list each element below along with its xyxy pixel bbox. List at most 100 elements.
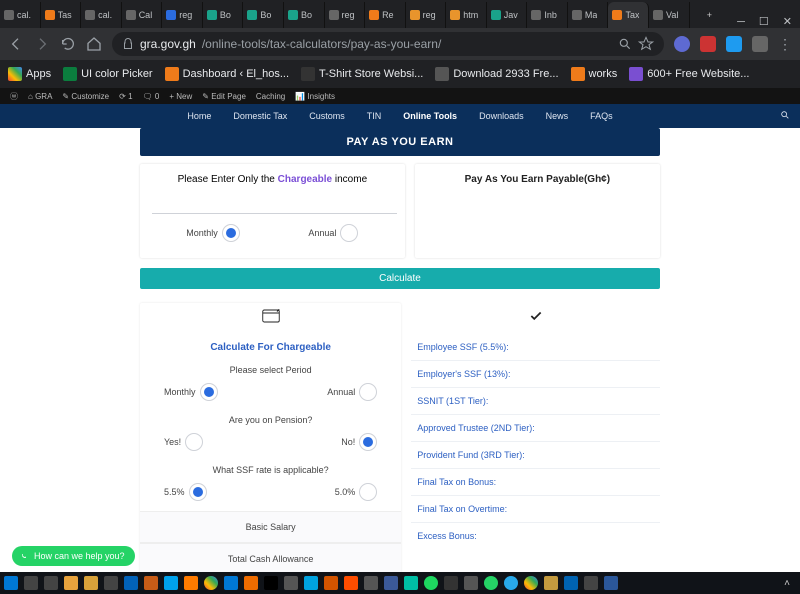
nav-downloads[interactable]: Downloads <box>479 111 524 121</box>
nav-news[interactable]: News <box>546 111 569 121</box>
start-icon[interactable] <box>4 576 18 590</box>
browser-tab[interactable]: Ma <box>568 2 609 28</box>
url-field[interactable]: gra.gov.gh/online-tools/tax-calculators/… <box>112 32 664 56</box>
taskbar-app-icon[interactable] <box>64 576 78 590</box>
period2-monthly-radio[interactable]: Monthly <box>164 383 218 401</box>
bookmark-item[interactable]: works <box>571 67 618 81</box>
chargeable-income-input[interactable] <box>152 191 397 214</box>
nav-search-icon[interactable] <box>780 110 790 122</box>
home-icon[interactable] <box>86 36 102 52</box>
pension-yes-radio[interactable]: Yes! <box>164 433 203 451</box>
wp-insights[interactable]: 📊 Insights <box>295 92 335 101</box>
reload-icon[interactable] <box>60 36 76 52</box>
wp-updates[interactable]: ⟳ 1 <box>119 92 132 101</box>
taskbar-app-icon[interactable] <box>584 576 598 590</box>
taskbar-app-icon[interactable] <box>384 576 398 590</box>
close-icon[interactable]: ✕ <box>783 15 792 28</box>
browser-tab[interactable]: Cal <box>122 2 163 28</box>
extension-icon[interactable] <box>726 36 742 52</box>
nav-faqs[interactable]: FAQs <box>590 111 613 121</box>
task-view-icon[interactable] <box>44 576 58 590</box>
wp-new[interactable]: + New <box>169 92 192 101</box>
extension-icon[interactable] <box>674 36 690 52</box>
taskbar-app-icon[interactable] <box>144 576 158 590</box>
period2-annual-radio[interactable]: Annual <box>327 383 377 401</box>
taskbar-app-icon[interactable] <box>444 576 458 590</box>
wp-logo-icon[interactable]: ⓦ <box>10 91 18 102</box>
firefox-icon[interactable] <box>184 576 198 590</box>
edge-icon[interactable] <box>124 576 138 590</box>
nav-tin[interactable]: TIN <box>367 111 382 121</box>
calculate-button[interactable]: Calculate <box>140 268 660 289</box>
back-icon[interactable] <box>8 36 24 52</box>
search-in-page-icon[interactable] <box>618 37 632 51</box>
word-icon[interactable] <box>604 576 618 590</box>
browser-tab[interactable]: reg <box>162 2 203 28</box>
whatsapp-icon[interactable] <box>484 576 498 590</box>
browser-tab[interactable]: Val <box>649 2 690 28</box>
browser-tab[interactable]: Jav <box>487 2 528 28</box>
taskbar-app-icon[interactable] <box>344 576 358 590</box>
taskbar-app-icon[interactable] <box>244 576 258 590</box>
taskbar-app-icon[interactable] <box>84 576 98 590</box>
wp-edit[interactable]: ✎ Edit Page <box>202 92 246 101</box>
apps-bookmark[interactable]: Apps <box>8 67 51 81</box>
spotify-icon[interactable] <box>424 576 438 590</box>
profile-icon[interactable] <box>752 36 768 52</box>
taskbar-app-icon[interactable] <box>284 576 298 590</box>
browser-tab[interactable]: cal. <box>0 2 41 28</box>
taskbar-app-icon[interactable] <box>104 576 118 590</box>
taskbar-app-icon[interactable] <box>464 576 478 590</box>
period-annual-radio[interactable]: Annual <box>308 224 358 242</box>
period-monthly-radio[interactable]: Monthly <box>186 224 240 242</box>
nav-customs[interactable]: Customs <box>309 111 345 121</box>
minimize-icon[interactable]: ─ <box>737 16 745 28</box>
telegram-icon[interactable] <box>504 576 518 590</box>
ssf-55-radio[interactable]: 5.5% <box>164 483 207 501</box>
browser-tab[interactable]: cal. <box>81 2 122 28</box>
pension-no-radio[interactable]: No! <box>341 433 377 451</box>
browser-tab[interactable]: Inb <box>527 2 568 28</box>
forward-icon[interactable] <box>34 36 50 52</box>
whatsapp-help-button[interactable]: How can we help you? <box>12 546 135 566</box>
chrome-icon[interactable] <box>204 576 218 590</box>
bookmark-item[interactable]: UI color Picker <box>63 67 153 81</box>
nav-online-tools[interactable]: Online Tools <box>403 111 457 121</box>
browser-tab[interactable]: Bo <box>243 2 284 28</box>
browser-tab-active[interactable]: Tax <box>608 2 649 28</box>
maximize-icon[interactable]: ☐ <box>759 15 769 28</box>
browser-tab[interactable]: Re <box>365 2 406 28</box>
cash-allowance-row[interactable]: Total Cash Allowance <box>140 543 401 572</box>
browser-tab[interactable]: htm <box>446 2 487 28</box>
taskbar-app-icon[interactable] <box>304 576 318 590</box>
bookmark-item[interactable]: Download 2933 Fre... <box>435 67 558 81</box>
wp-comments[interactable]: 🗨 0 <box>143 92 160 101</box>
nav-domestic[interactable]: Domestic Tax <box>233 111 287 121</box>
bookmark-item[interactable]: Dashboard ‹ El_hos... <box>165 67 289 81</box>
nav-home[interactable]: Home <box>187 111 211 121</box>
browser-tab[interactable]: Tas <box>41 2 82 28</box>
search-icon[interactable] <box>24 576 38 590</box>
taskbar-app-icon[interactable] <box>564 576 578 590</box>
basic-salary-row[interactable]: Basic Salary <box>140 511 401 543</box>
browser-tab[interactable]: reg <box>406 2 447 28</box>
bookmark-star-icon[interactable] <box>638 36 654 52</box>
browser-tab[interactable]: reg <box>325 2 366 28</box>
vscode-icon[interactable] <box>224 576 238 590</box>
bookmark-item[interactable]: 600+ Free Website... <box>629 67 749 81</box>
extension-icon[interactable] <box>700 36 716 52</box>
taskbar-app-icon[interactable] <box>264 576 278 590</box>
chrome-canary-icon[interactable] <box>524 576 538 590</box>
wp-customize[interactable]: ✎ Customize <box>62 92 109 101</box>
browser-tab[interactable]: Bo <box>203 2 244 28</box>
taskbar-app-icon[interactable] <box>404 576 418 590</box>
ssf-50-radio[interactable]: 5.0% <box>335 483 378 501</box>
new-tab-button[interactable]: + <box>690 2 730 28</box>
wp-cache[interactable]: Caching <box>256 92 285 101</box>
taskbar-overflow-icon[interactable]: ˄ <box>778 578 796 589</box>
taskbar-app-icon[interactable] <box>324 576 338 590</box>
browser-menu-icon[interactable]: ⋮ <box>778 36 792 53</box>
taskbar-app-icon[interactable] <box>364 576 378 590</box>
taskbar-app-icon[interactable] <box>164 576 178 590</box>
taskbar-app-icon[interactable] <box>544 576 558 590</box>
